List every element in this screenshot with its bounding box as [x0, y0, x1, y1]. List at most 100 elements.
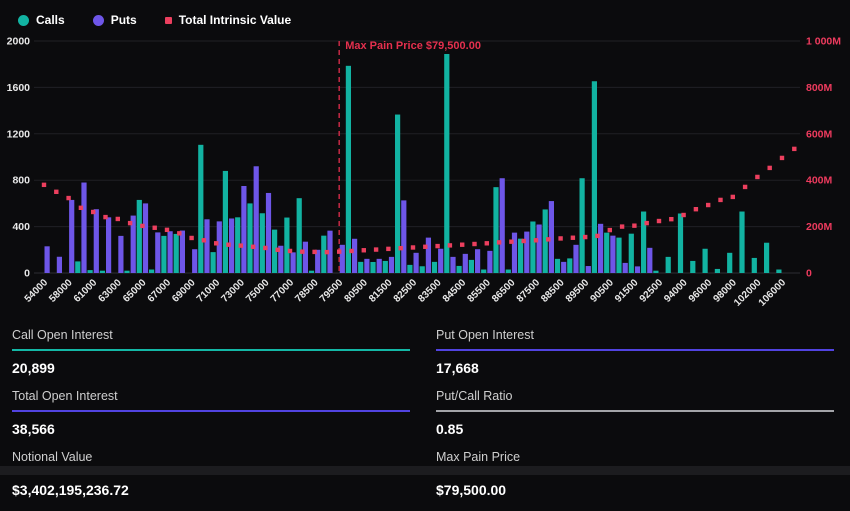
call-bar[interactable] [358, 262, 363, 273]
intrinsic-dot[interactable] [534, 238, 538, 242]
put-bar[interactable] [450, 257, 455, 273]
intrinsic-dot[interactable] [792, 147, 796, 151]
put-bar[interactable] [389, 257, 394, 273]
put-bar[interactable] [586, 266, 591, 273]
intrinsic-dot[interactable] [632, 223, 636, 227]
intrinsic-dot[interactable] [448, 243, 452, 247]
intrinsic-dot[interactable] [460, 242, 464, 246]
put-bar[interactable] [647, 248, 652, 273]
put-bar[interactable] [610, 236, 615, 273]
intrinsic-dot[interactable] [325, 250, 329, 254]
call-bar[interactable] [346, 66, 351, 273]
call-bar[interactable] [604, 233, 609, 273]
put-bar[interactable] [537, 225, 542, 273]
put-bar[interactable] [561, 262, 566, 273]
call-bar[interactable] [678, 213, 683, 273]
put-bar[interactable] [254, 166, 259, 273]
call-bar[interactable] [309, 271, 314, 273]
intrinsic-dot[interactable] [202, 238, 206, 242]
intrinsic-dot[interactable] [497, 240, 501, 244]
call-bar[interactable] [518, 239, 523, 273]
intrinsic-dot[interactable] [435, 244, 439, 248]
call-bar[interactable] [752, 258, 757, 273]
put-bar[interactable] [69, 200, 74, 273]
call-bar[interactable] [137, 200, 142, 273]
put-bar[interactable] [291, 252, 296, 273]
intrinsic-dot[interactable] [91, 210, 95, 214]
put-bar[interactable] [143, 203, 148, 273]
call-bar[interactable] [383, 261, 388, 273]
intrinsic-dot[interactable] [189, 236, 193, 240]
intrinsic-dot[interactable] [731, 195, 735, 199]
call-bar[interactable] [641, 212, 646, 273]
intrinsic-dot[interactable] [780, 156, 784, 160]
intrinsic-dot[interactable] [718, 198, 722, 202]
intrinsic-dot[interactable] [226, 242, 230, 246]
legend-item-intrinsic[interactable]: Total Intrinsic Value [165, 13, 291, 27]
intrinsic-dot[interactable] [743, 185, 747, 189]
call-bar[interactable] [776, 270, 781, 273]
put-bar[interactable] [81, 183, 86, 273]
intrinsic-dot[interactable] [399, 246, 403, 250]
call-bar[interactable] [653, 271, 658, 273]
call-bar[interactable] [88, 270, 93, 273]
intrinsic-dot[interactable] [54, 190, 58, 194]
put-bar[interactable] [180, 231, 185, 273]
put-bar[interactable] [303, 242, 308, 273]
put-bar[interactable] [414, 253, 419, 273]
call-bar[interactable] [100, 271, 105, 273]
intrinsic-dot[interactable] [153, 226, 157, 230]
call-bar[interactable] [370, 262, 375, 273]
call-bar[interactable] [321, 236, 326, 273]
intrinsic-dot[interactable] [239, 243, 243, 247]
call-bar[interactable] [690, 261, 695, 273]
call-bar[interactable] [530, 221, 535, 273]
intrinsic-dot[interactable] [103, 215, 107, 219]
intrinsic-dot[interactable] [595, 234, 599, 238]
intrinsic-dot[interactable] [349, 249, 353, 253]
call-bar[interactable] [629, 234, 634, 273]
call-bar[interactable] [493, 187, 498, 273]
call-bar[interactable] [444, 54, 449, 273]
call-bar[interactable] [481, 270, 486, 273]
put-bar[interactable] [438, 249, 443, 273]
put-bar[interactable] [635, 266, 640, 273]
put-bar[interactable] [623, 263, 628, 273]
call-bar[interactable] [75, 261, 80, 273]
call-bar[interactable] [715, 269, 720, 273]
put-bar[interactable] [352, 239, 357, 273]
intrinsic-dot[interactable] [276, 248, 280, 252]
intrinsic-dot[interactable] [608, 228, 612, 232]
put-bar[interactable] [340, 245, 345, 273]
put-bar[interactable] [426, 238, 431, 273]
intrinsic-dot[interactable] [79, 206, 83, 210]
put-bar[interactable] [475, 249, 480, 273]
intrinsic-dot[interactable] [263, 246, 267, 250]
call-bar[interactable] [284, 218, 289, 273]
put-bar[interactable] [217, 221, 222, 273]
call-bar[interactable] [420, 266, 425, 273]
call-bar[interactable] [174, 234, 179, 273]
call-bar[interactable] [764, 243, 769, 273]
intrinsic-dot[interactable] [755, 175, 759, 179]
put-bar[interactable] [364, 259, 369, 273]
intrinsic-dot[interactable] [165, 228, 169, 232]
intrinsic-dot[interactable] [583, 235, 587, 239]
intrinsic-dot[interactable] [472, 242, 476, 246]
call-bar[interactable] [739, 212, 744, 273]
put-bar[interactable] [487, 251, 492, 273]
intrinsic-dot[interactable] [300, 249, 304, 253]
intrinsic-dot[interactable] [669, 217, 673, 221]
intrinsic-dot[interactable] [128, 221, 132, 225]
intrinsic-dot[interactable] [214, 241, 218, 245]
intrinsic-dot[interactable] [42, 183, 46, 187]
call-bar[interactable] [161, 236, 166, 273]
put-bar[interactable] [524, 232, 529, 273]
intrinsic-dot[interactable] [337, 249, 341, 253]
intrinsic-dot[interactable] [177, 231, 181, 235]
put-bar[interactable] [45, 246, 50, 273]
call-bar[interactable] [592, 81, 597, 273]
intrinsic-dot[interactable] [706, 203, 710, 207]
put-bar[interactable] [241, 186, 246, 273]
intrinsic-dot[interactable] [768, 166, 772, 170]
